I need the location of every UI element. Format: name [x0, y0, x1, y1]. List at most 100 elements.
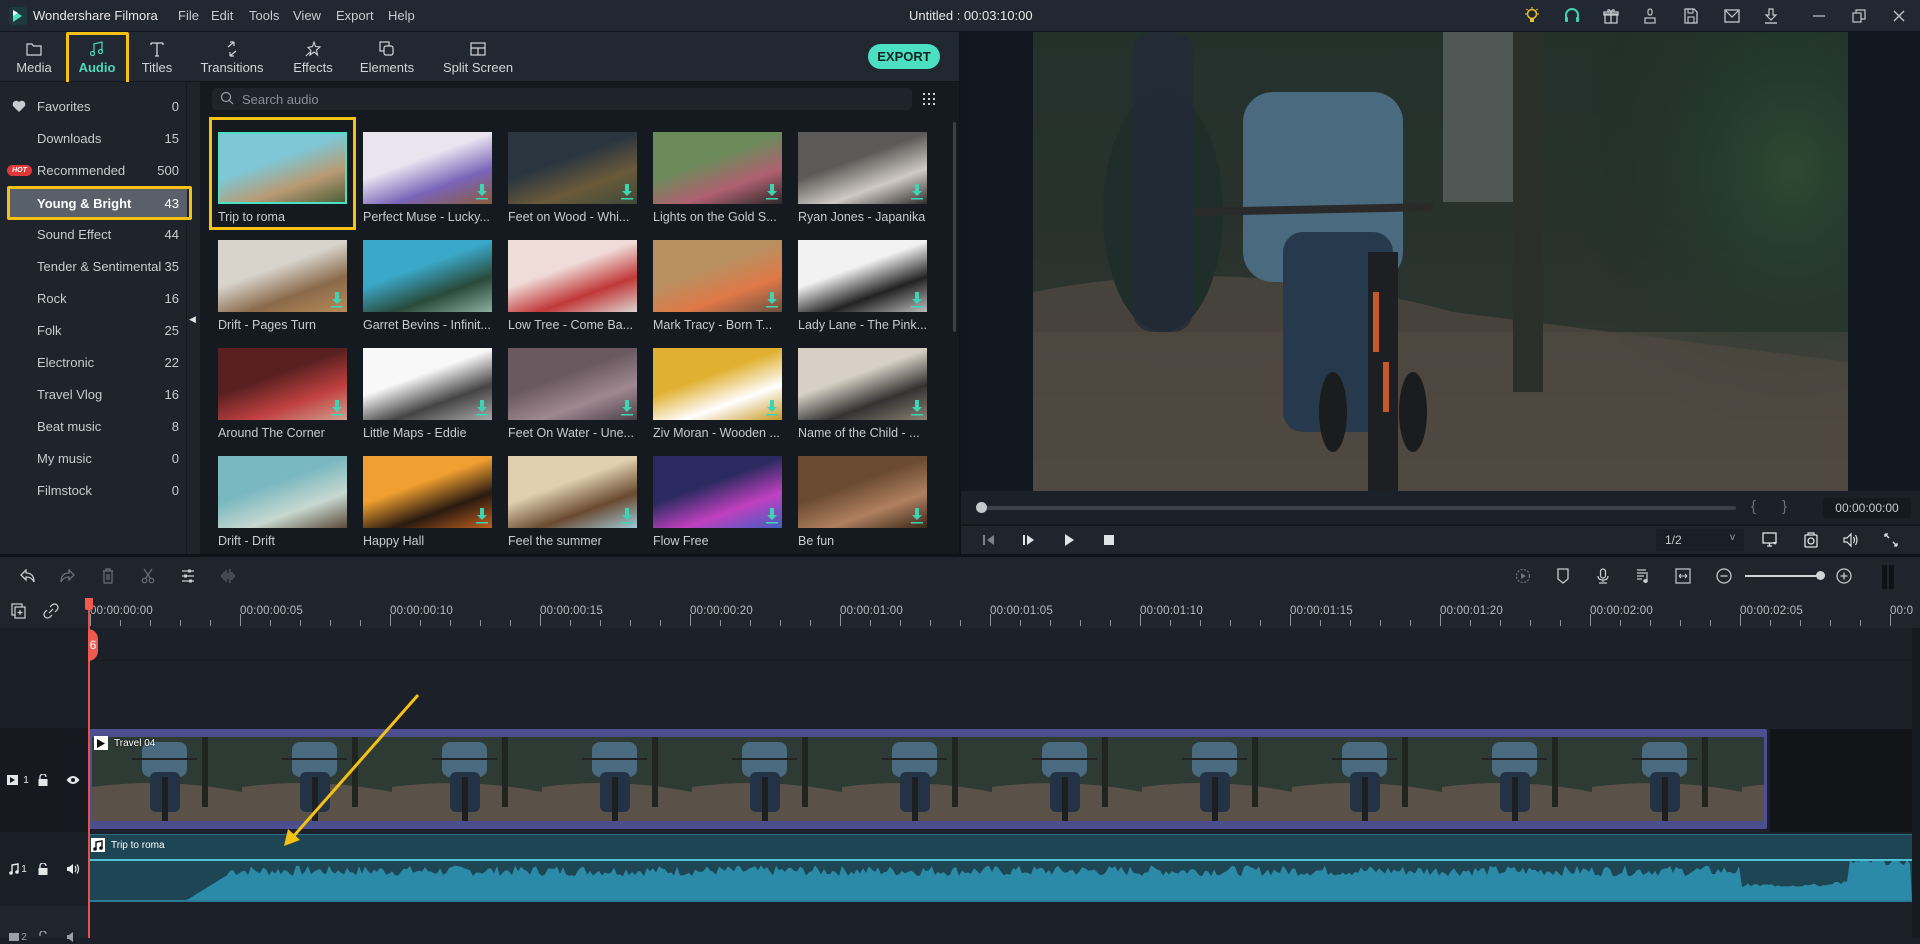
mail-icon[interactable]	[1722, 6, 1742, 26]
undo-icon[interactable]	[18, 566, 38, 586]
audio-card[interactable]: Flow Free	[653, 456, 783, 556]
download-icon[interactable]	[911, 400, 923, 416]
menu-help[interactable]: Help	[388, 8, 415, 23]
category-sound-effect[interactable]: Sound Effect 44	[0, 218, 187, 250]
category-beat-music[interactable]: Beat music 8	[0, 410, 187, 442]
lock-icon[interactable]	[36, 773, 50, 787]
audio-card[interactable]: Garret Bevins - Infinit...	[363, 240, 493, 340]
download-icon[interactable]	[1761, 6, 1781, 26]
lock-icon[interactable]	[36, 930, 50, 944]
marker-icon[interactable]	[1553, 566, 1573, 586]
redo-icon[interactable]	[57, 566, 77, 586]
download-icon[interactable]	[476, 400, 488, 416]
timeline-scrollbar[interactable]	[1912, 628, 1920, 938]
audio-card[interactable]: Drift - Pages Turn	[218, 240, 348, 340]
audio-card[interactable]: Be fun	[798, 456, 928, 556]
download-icon[interactable]	[766, 400, 778, 416]
volume-icon[interactable]	[1842, 531, 1860, 549]
menu-tools[interactable]: Tools	[249, 8, 279, 23]
audio-card[interactable]: Lights on the Gold S...	[653, 132, 783, 232]
audio-card[interactable]: Trip to roma	[218, 132, 348, 232]
menu-edit[interactable]: Edit	[211, 8, 233, 23]
seek-track[interactable]	[981, 506, 1736, 510]
zoom-in-icon[interactable]	[1834, 566, 1854, 586]
lightbulb-icon[interactable]	[1522, 6, 1542, 26]
audio-list-icon[interactable]	[1633, 566, 1653, 586]
speaker-icon[interactable]	[66, 862, 80, 876]
category-rock[interactable]: Rock 16	[0, 282, 187, 314]
audio-card[interactable]: Perfect Muse - Lucky...	[363, 132, 493, 232]
download-icon[interactable]	[911, 292, 923, 308]
category-young-bright[interactable]: Young & Bright 43	[7, 188, 187, 218]
tab-elements[interactable]: Elements	[360, 32, 414, 82]
download-icon[interactable]	[476, 508, 488, 524]
audio-card[interactable]: Mark Tracy - Born T...	[653, 240, 783, 340]
category-travel-vlog[interactable]: Travel Vlog 16	[0, 378, 187, 410]
download-icon[interactable]	[621, 400, 633, 416]
category-tender-sentimental[interactable]: Tender & Sentimental 35	[0, 250, 187, 282]
adjust-icon[interactable]	[178, 566, 198, 586]
tab-transitions[interactable]: Transitions	[200, 32, 264, 82]
add-track-icon[interactable]	[11, 603, 27, 622]
tab-split-screen[interactable]: Split Screen	[442, 32, 514, 82]
download-icon[interactable]	[331, 292, 343, 308]
zoom-slider[interactable]	[1745, 575, 1820, 577]
search-box[interactable]	[212, 88, 912, 110]
restore-icon[interactable]	[1849, 6, 1869, 26]
audio-card[interactable]: Little Maps - Eddie	[363, 348, 493, 448]
search-input[interactable]	[242, 88, 902, 110]
mark-out-button[interactable]: }	[1782, 498, 1787, 515]
menu-file[interactable]: File	[178, 8, 199, 23]
delete-icon[interactable]	[98, 566, 118, 586]
menu-view[interactable]: View	[293, 8, 321, 23]
link-icon[interactable]	[43, 603, 59, 622]
video-clip[interactable]: Travel 04	[89, 729, 1767, 829]
download-icon[interactable]	[911, 508, 923, 524]
headset-icon[interactable]	[1562, 6, 1582, 26]
audio-card[interactable]: Ziv Moran - Wooden ...	[653, 348, 783, 448]
minimize-icon[interactable]	[1809, 6, 1829, 26]
timeline-splitter-handle[interactable]	[1882, 565, 1895, 589]
play-icon[interactable]	[1060, 531, 1078, 549]
close-icon[interactable]	[1889, 6, 1909, 26]
audio-card[interactable]: Ryan Jones - Japanika	[798, 132, 928, 232]
audio-clip[interactable]: Trip to roma	[89, 834, 1912, 902]
download-icon[interactable]	[766, 184, 778, 200]
speaker-icon[interactable]	[66, 930, 80, 944]
gift-icon[interactable]	[1601, 6, 1621, 26]
voiceover-icon[interactable]	[1593, 566, 1613, 586]
grid-scrollbar[interactable]	[953, 122, 956, 332]
save-icon[interactable]	[1681, 6, 1701, 26]
audio-card[interactable]: Feet on Wood - Whi...	[508, 132, 638, 232]
timeline-ruler[interactable]: 00:00:00:00 00:00:00:05 00:00:00:10 00:00:0…	[0, 595, 1920, 628]
seek-handle[interactable]	[976, 502, 987, 513]
audio-card[interactable]: Name of the Child - ...	[798, 348, 928, 448]
zoom-slider-handle[interactable]	[1816, 571, 1825, 580]
fit-timeline-icon[interactable]	[1673, 566, 1693, 586]
download-icon[interactable]	[766, 292, 778, 308]
category-my-music[interactable]: My music 0	[0, 442, 187, 474]
empty-track-area[interactable]	[88, 660, 1920, 728]
playback-quality-select[interactable]: 1/2 v	[1656, 529, 1744, 551]
render-icon[interactable]	[1513, 566, 1533, 586]
playhead-marker[interactable]: 6	[88, 629, 98, 661]
download-icon[interactable]	[621, 184, 633, 200]
tab-media[interactable]: Media	[13, 32, 55, 82]
download-icon[interactable]	[621, 508, 633, 524]
display-icon[interactable]	[1761, 531, 1779, 549]
previous-frame-icon[interactable]	[980, 531, 998, 549]
category-folk[interactable]: Folk 25	[0, 314, 187, 346]
mark-in-button[interactable]: {	[1751, 498, 1756, 515]
fullscreen-icon[interactable]	[1882, 531, 1900, 549]
grid-view-icon[interactable]	[922, 92, 936, 106]
eye-icon[interactable]	[66, 773, 80, 787]
download-icon[interactable]	[476, 184, 488, 200]
category-filmstock[interactable]: Filmstock 0	[0, 474, 187, 506]
cut-icon[interactable]	[138, 566, 158, 586]
audio-card[interactable]: Around The Corner	[218, 348, 348, 448]
audio-card[interactable]: Low Tree - Come Ba...	[508, 240, 638, 340]
category-recommended[interactable]: HOT Recommended 500	[0, 154, 187, 186]
audio-card[interactable]: Feet On Water - Une...	[508, 348, 638, 448]
audio-card[interactable]: Feel the summer	[508, 456, 638, 556]
play-frame-icon[interactable]	[1020, 531, 1038, 549]
